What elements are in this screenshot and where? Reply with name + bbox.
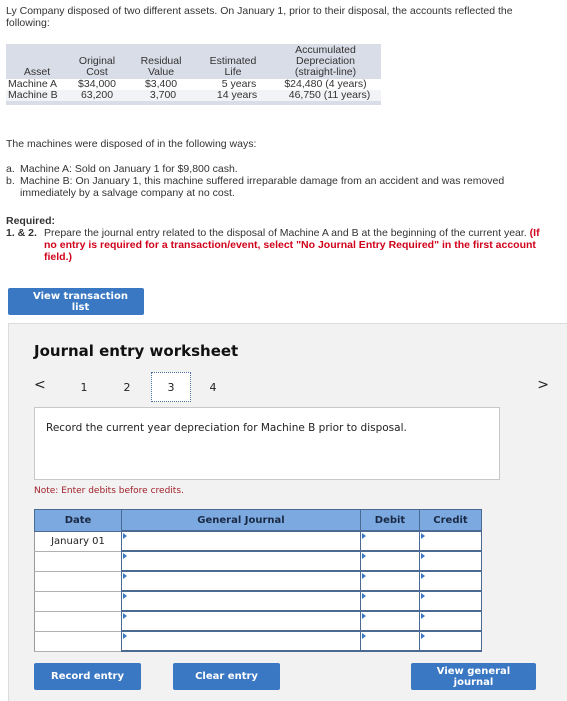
asset-life: 14 years bbox=[216, 89, 258, 101]
header-credit: Credit bbox=[419, 509, 482, 532]
journal-row: January 01 bbox=[34, 530, 482, 552]
disposal-label: b. bbox=[6, 175, 15, 187]
chevron-right-icon[interactable]: > bbox=[537, 377, 549, 393]
credit-field[interactable] bbox=[419, 630, 482, 652]
header-estimated-life: Estimated Life bbox=[209, 55, 257, 78]
required-text-wrap: Prepare the journal entry related to the… bbox=[44, 227, 546, 263]
worksheet-title: Journal entry worksheet bbox=[34, 342, 239, 360]
disposal-intro: The machines were disposed of in the fol… bbox=[6, 138, 257, 150]
journal-table: Date General Journal Debit Credit Januar… bbox=[34, 509, 482, 652]
date-cell bbox=[34, 570, 122, 592]
asset-table-footer bbox=[6, 101, 381, 105]
header-asset: Asset bbox=[23, 66, 51, 78]
debit-field[interactable] bbox=[360, 610, 420, 632]
credit-field[interactable] bbox=[419, 590, 482, 612]
account-field[interactable] bbox=[121, 590, 361, 612]
asset-row: Machine B 63,200 3,700 14 years 46,750 (… bbox=[6, 90, 381, 101]
debit-field[interactable] bbox=[360, 550, 420, 572]
page-tab-2[interactable]: 2 bbox=[107, 372, 147, 402]
journal-row bbox=[34, 570, 482, 592]
page-tab-3[interactable]: 3 bbox=[151, 372, 191, 402]
credit-field[interactable] bbox=[419, 530, 482, 552]
journal-row bbox=[34, 550, 482, 572]
view-general-journal-button[interactable]: View general journal bbox=[411, 663, 536, 690]
view-transaction-list-button[interactable]: View transaction list bbox=[8, 288, 144, 315]
disposal-item: a. Machine A: Sold on January 1 for $9,8… bbox=[6, 163, 551, 175]
debit-field[interactable] bbox=[360, 530, 420, 552]
journal-row bbox=[34, 590, 482, 612]
asset-name: Machine B bbox=[8, 89, 58, 101]
debit-field[interactable] bbox=[360, 590, 420, 612]
instruction-box: Record the current year depreciation for… bbox=[34, 407, 500, 480]
asset-table: Asset Original Cost Residual Value Estimat… bbox=[6, 44, 381, 105]
record-entry-button[interactable]: Record entry bbox=[34, 663, 141, 690]
required-number: 1. & 2. bbox=[6, 227, 37, 239]
account-field[interactable] bbox=[121, 610, 361, 632]
header-general-journal: General Journal bbox=[121, 509, 361, 532]
page-tab-4[interactable]: 4 bbox=[193, 372, 233, 402]
required-title: Required: bbox=[6, 215, 56, 227]
asset-cost: 63,200 bbox=[80, 89, 114, 101]
credit-field[interactable] bbox=[419, 550, 482, 572]
journal-row bbox=[34, 610, 482, 632]
account-field[interactable] bbox=[121, 630, 361, 652]
header-date: Date bbox=[34, 509, 122, 532]
debit-field[interactable] bbox=[360, 630, 420, 652]
header-accumulated-depreciation: Accumulated Depreciation (straight-line) bbox=[294, 44, 357, 78]
credit-field[interactable] bbox=[419, 610, 482, 632]
date-cell bbox=[34, 630, 122, 652]
required-text: Prepare the journal entry related to the… bbox=[44, 227, 527, 239]
journal-row bbox=[34, 630, 482, 652]
disposal-list: a. Machine A: Sold on January 1 for $9,8… bbox=[6, 163, 551, 199]
date-cell bbox=[34, 590, 122, 612]
page-tab-1[interactable]: 1 bbox=[64, 372, 104, 402]
chevron-left-icon[interactable]: < bbox=[34, 377, 46, 393]
required-body: 1. & 2. Prepare the journal entry relate… bbox=[6, 227, 546, 263]
problem-intro: Ly Company disposed of two different ass… bbox=[6, 5, 513, 29]
disposal-label: a. bbox=[6, 163, 15, 175]
note-text: Note: Enter debits before credits. bbox=[34, 486, 184, 496]
header-debit: Debit bbox=[360, 509, 420, 532]
disposal-text: Machine B: On January 1, this machine su… bbox=[20, 175, 505, 199]
worksheet-pager: < 1 2 3 4 > bbox=[34, 372, 549, 402]
account-field[interactable] bbox=[121, 530, 361, 552]
date-cell bbox=[34, 550, 122, 572]
journal-entry-worksheet: Journal entry worksheet < 1 2 3 4 > Reco… bbox=[8, 323, 567, 701]
credit-field[interactable] bbox=[419, 570, 482, 592]
account-field[interactable] bbox=[121, 570, 361, 592]
disposal-item: b. Machine B: On January 1, this machine… bbox=[6, 175, 551, 199]
account-field[interactable] bbox=[121, 550, 361, 572]
header-original-cost: Original Cost bbox=[78, 55, 116, 78]
asset-table-header: Asset Original Cost Residual Value Estimat… bbox=[6, 44, 381, 79]
header-residual-value: Residual Value bbox=[140, 55, 182, 78]
debit-field[interactable] bbox=[360, 570, 420, 592]
date-cell: January 01 bbox=[34, 530, 122, 552]
asset-residual: 3,700 bbox=[149, 89, 177, 101]
instruction-text: Record the current year depreciation for… bbox=[46, 422, 407, 434]
clear-entry-button[interactable]: Clear entry bbox=[173, 663, 280, 690]
journal-table-header: Date General Journal Debit Credit bbox=[34, 509, 482, 532]
disposal-text: Machine A: Sold on January 1 for $9,800 … bbox=[20, 163, 238, 175]
asset-accum-dep: 46,750 (11 years) bbox=[288, 89, 371, 101]
date-cell bbox=[34, 610, 122, 632]
